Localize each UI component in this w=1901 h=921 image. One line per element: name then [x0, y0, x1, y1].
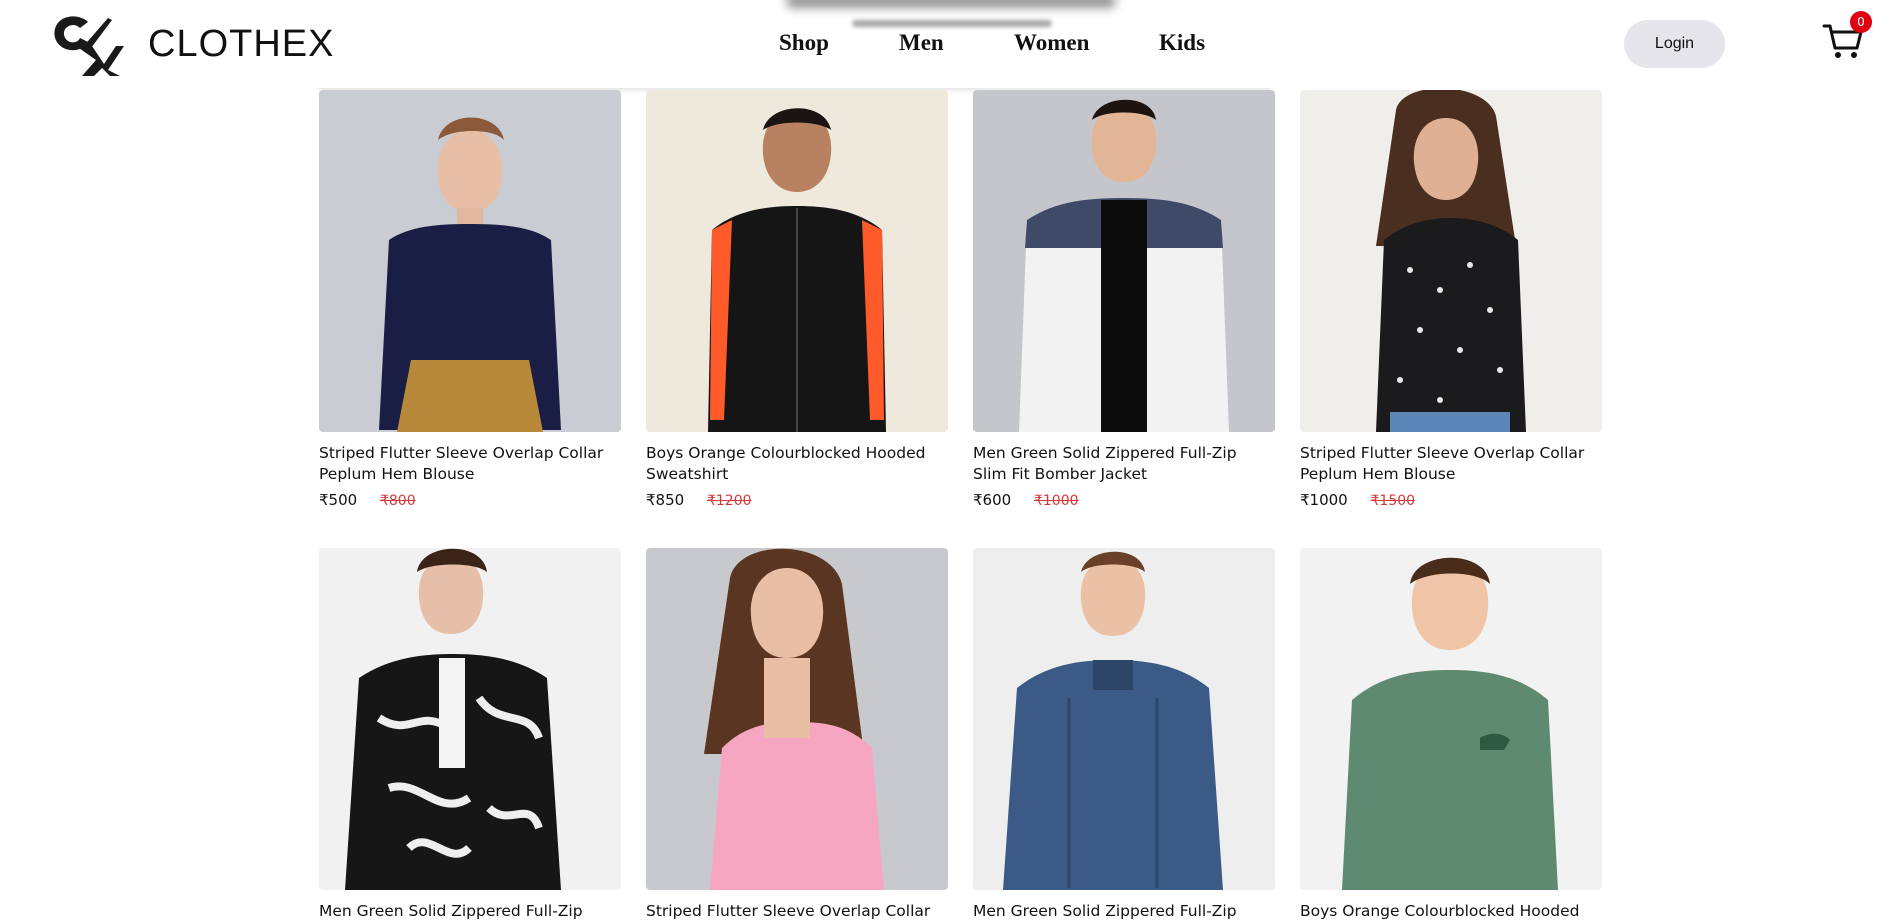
product-price: ₹500 — [319, 491, 358, 509]
product-old-price: ₹1200 — [706, 493, 752, 509]
announcement-underline — [852, 20, 1052, 27]
brand-logo[interactable]: CLOTHEX — [52, 12, 334, 76]
cart-count-badge: 0 — [1850, 11, 1872, 33]
nav-item-kids[interactable]: Kids — [1159, 30, 1205, 56]
product-card[interactable]: Striped Flutter Sleeve Overlap Collar Pe… — [1300, 90, 1602, 509]
product-card[interactable]: Men Green Solid Zippered Full-Zip Slim F… — [973, 548, 1275, 921]
announcement-blur — [786, 0, 1116, 8]
nav-item-men[interactable]: Men — [899, 30, 944, 56]
product-title[interactable]: Boys Orange Colourblocked Hooded Sweatsh… — [1300, 901, 1600, 921]
product-image[interactable] — [973, 90, 1275, 432]
product-image[interactable] — [1300, 90, 1602, 432]
product-image[interactable] — [646, 90, 948, 432]
product-image[interactable] — [319, 90, 621, 432]
product-image[interactable] — [319, 548, 621, 890]
product-title[interactable]: Men Green Solid Zippered Full-Zip Slim F… — [973, 443, 1273, 485]
product-title[interactable]: Men Green Solid Zippered Full-Zip Slim F… — [319, 901, 619, 921]
product-old-price: ₹1500 — [1370, 493, 1416, 509]
price-row: ₹600 ₹1000 — [973, 491, 1275, 509]
product-old-price: ₹1000 — [1033, 493, 1079, 509]
logo-mark-icon — [54, 16, 124, 76]
product-old-price: ₹800 — [379, 493, 416, 509]
product-card[interactable]: Boys Orange Colourblocked Hooded Sweatsh… — [1300, 548, 1602, 921]
product-image[interactable] — [1300, 548, 1602, 890]
product-card[interactable]: Men Green Solid Zippered Full-Zip Slim F… — [319, 548, 621, 921]
product-title[interactable]: Striped Flutter Sleeve Overlap Collar Pe… — [319, 443, 619, 485]
product-image[interactable] — [646, 548, 948, 890]
product-price: ₹850 — [646, 491, 685, 509]
price-row: ₹850 ₹1200 — [646, 491, 948, 509]
product-card[interactable]: Boys Orange Colourblocked Hooded Sweatsh… — [646, 90, 948, 509]
cart-button[interactable]: 0 — [1822, 11, 1872, 62]
product-card[interactable]: Striped Flutter Sleeve Overlap Collar Pe… — [646, 548, 948, 921]
brand-name: CLOTHEX — [148, 22, 335, 65]
price-row: ₹1000 ₹1500 — [1300, 491, 1602, 509]
page: Striped Flutter Sleeve Overlap Collar Pe… — [0, 0, 1901, 921]
product-title[interactable]: Boys Orange Colourblocked Hooded Sweatsh… — [646, 443, 946, 485]
product-card[interactable]: Men Green Solid Zippered Full-Zip Slim F… — [973, 90, 1275, 509]
price-row: ₹500 ₹800 — [319, 491, 621, 509]
site-header: CLOTHEX Shop Men Women Kids Login 0 — [0, 0, 1901, 88]
nav-item-women[interactable]: Women — [1014, 30, 1089, 56]
product-title[interactable]: Striped Flutter Sleeve Overlap Collar Pe… — [1300, 443, 1600, 485]
product-price: ₹1000 — [1300, 491, 1348, 509]
login-button[interactable]: Login — [1624, 20, 1725, 68]
product-image[interactable] — [973, 548, 1275, 890]
nav-item-shop[interactable]: Shop — [779, 30, 829, 56]
product-price: ₹600 — [973, 491, 1012, 509]
product-title[interactable]: Men Green Solid Zippered Full-Zip Slim F… — [973, 901, 1273, 921]
product-card[interactable]: Striped Flutter Sleeve Overlap Collar Pe… — [319, 90, 621, 509]
product-title[interactable]: Striped Flutter Sleeve Overlap Collar Pe… — [646, 901, 946, 921]
